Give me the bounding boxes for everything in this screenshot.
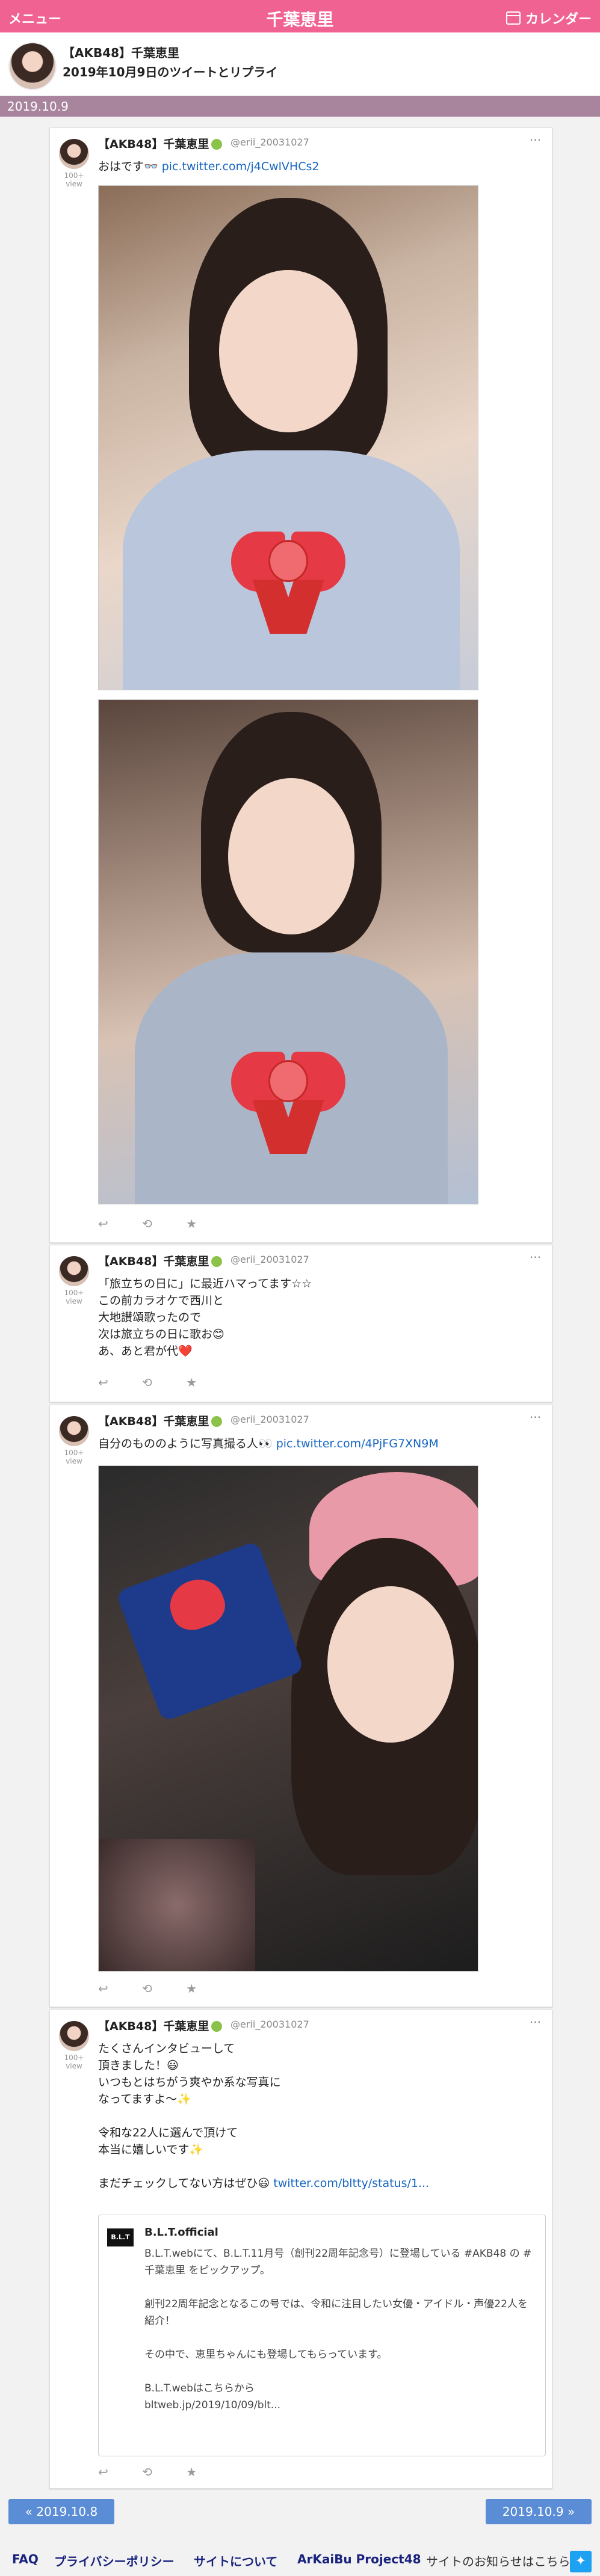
tweet-text-body: 自分のもののように写真撮る人👀 — [98, 1437, 276, 1450]
more-icon[interactable]: ··· — [530, 133, 541, 147]
tweet-card: 100+ view 【AKB48】千葉恵里 @erii_20031027 ···… — [49, 2010, 552, 2489]
footer: FAQ プライバシーポリシー サイトについて ArKaiBu Project48… — [0, 2541, 600, 2576]
more-icon[interactable]: ··· — [530, 1410, 541, 1424]
tweet-link[interactable]: twitter.com/bltty/status/1... — [273, 2177, 429, 2190]
privacy-link[interactable]: プライバシーポリシー — [54, 2552, 175, 2569]
tweet-actions: ↩ ⟲ ★ — [98, 1981, 227, 1996]
tweet-photo[interactable] — [98, 185, 478, 690]
photo-face — [228, 778, 354, 934]
prev-day-button[interactable]: « 2019.10.8 — [8, 2499, 114, 2524]
avatar[interactable] — [59, 139, 89, 169]
reply-icon[interactable]: ↩ — [98, 1216, 108, 1231]
tweet-card: 100+ view 【AKB48】千葉恵里 @erii_20031027 ···… — [49, 127, 552, 1243]
tweet-handle[interactable]: @erii_20031027 — [230, 1254, 309, 1265]
tweet-handle[interactable]: @erii_20031027 — [230, 1414, 309, 1425]
footer-brand[interactable]: ArKaiBu Project48 — [297, 2552, 421, 2566]
tweet-username[interactable]: 【AKB48】千葉恵里 — [98, 1412, 223, 1429]
twitter-icon[interactable]: ✦ — [570, 2551, 592, 2572]
profile-subtitle: 2019年10月9日のツイートとリプライ — [63, 65, 278, 79]
top-bar: メニュー 千葉恵里 カレンダー — [0, 0, 600, 32]
tweet-username[interactable]: 【AKB48】千葉恵里 — [98, 135, 223, 152]
reply-icon[interactable]: ↩ — [98, 1375, 108, 1390]
photo-flowers — [99, 1839, 255, 1971]
tweet-link[interactable]: pic.twitter.com/4PjFG7XN9M — [276, 1437, 439, 1450]
retweet-icon[interactable]: ⟲ — [142, 2465, 152, 2479]
username-text: 【AKB48】千葉恵里 — [98, 1415, 209, 1428]
like-icon[interactable]: ★ — [186, 1981, 197, 1996]
verified-icon — [211, 139, 223, 150]
calendar-label: カレンダー — [525, 12, 592, 27]
tweet-photo[interactable] — [98, 1465, 478, 1972]
photo-face — [219, 270, 357, 432]
profile-header: 【AKB48】千葉恵里 2019年10月9日のツイートとリプライ — [0, 32, 600, 95]
tweet-text-body: たくさんインタビューして 頂きました！😃 いつもとはちがう爽やか系な写真に なっ… — [98, 2042, 281, 2190]
tweet-actions: ↩ ⟲ ★ — [98, 1216, 227, 1231]
avatar[interactable] — [59, 2021, 89, 2051]
view-count: 100+ view — [64, 171, 84, 188]
quote-text: B.L.T.webにて、B.L.T.11月号（創刊22周年記念号）に登場している… — [144, 2248, 532, 2411]
calendar-icon — [506, 11, 521, 25]
username-text: 【AKB48】千葉恵里 — [98, 1255, 209, 1268]
more-icon[interactable]: ··· — [530, 1250, 541, 1265]
verified-icon — [211, 1416, 223, 1427]
quoted-tweet[interactable]: B.L.T B.L.T.official B.L.T.webにて、B.L.T.1… — [98, 2215, 546, 2456]
avatar[interactable] — [8, 42, 57, 90]
faq-link[interactable]: FAQ — [12, 2552, 39, 2566]
view-count: 100+ view — [64, 1289, 84, 1305]
tweet-photo[interactable] — [98, 699, 478, 1204]
like-icon[interactable]: ★ — [186, 1375, 197, 1390]
tweet-link[interactable]: pic.twitter.com/j4CwlVHCs2 — [162, 160, 320, 173]
notice-text: サイトのお知らせはこちら — [426, 2554, 571, 2569]
tweet-text: 「旅立ちの日に」に最近ハマってます☆☆ この前カラオケで西川と 大地讃頌歌ったの… — [98, 1277, 312, 1358]
photo-pouch — [116, 1541, 305, 1722]
quote-username[interactable]: B.L.T.official — [144, 2226, 218, 2239]
username-text: 【AKB48】千葉恵里 — [98, 138, 209, 151]
reply-icon[interactable]: ↩ — [98, 1981, 108, 1996]
verified-icon — [211, 1256, 223, 1267]
profile-name[interactable]: 【AKB48】千葉恵里 — [63, 43, 179, 61]
tweet-actions: ↩ ⟲ ★ — [98, 1375, 227, 1390]
ribbon-sticker — [231, 526, 345, 634]
username-text: 【AKB48】千葉恵里 — [98, 2020, 209, 2033]
tweet-card: 100+ view 【AKB48】千葉恵里 @erii_20031027 ···… — [49, 1405, 552, 2007]
tweet-text: 自分のもののように写真撮る人👀 pic.twitter.com/4PjFG7XN… — [98, 1435, 537, 1452]
tweet-text: たくさんインタビューして 頂きました！😃 いつもとはちがう爽やか系な写真に なっ… — [98, 2040, 537, 2192]
like-icon[interactable]: ★ — [186, 1216, 197, 1231]
quote-avatar: B.L.T — [107, 2228, 134, 2246]
ribbon-sticker — [231, 1046, 345, 1154]
tweet-text-body: おはです👓 — [98, 160, 162, 173]
more-icon[interactable]: ··· — [530, 2015, 541, 2029]
tweet-handle[interactable]: @erii_20031027 — [230, 136, 309, 148]
retweet-icon[interactable]: ⟲ — [142, 1216, 152, 1231]
about-link[interactable]: サイトについて — [194, 2552, 277, 2569]
date-bar: 2019.10.9 — [0, 96, 600, 117]
photo-face — [327, 1586, 454, 1743]
tweet-handle[interactable]: @erii_20031027 — [230, 2019, 309, 2030]
tweet-username[interactable]: 【AKB48】千葉恵里 — [98, 2017, 223, 2034]
retweet-icon[interactable]: ⟲ — [142, 1981, 152, 1996]
tweet-text: おはです👓 pic.twitter.com/j4CwlVHCs2 — [98, 158, 537, 175]
tweet-card: 100+ view 【AKB48】千葉恵里 @erii_20031027 ···… — [49, 1245, 552, 1402]
avatar[interactable] — [59, 1416, 89, 1446]
tweet-actions: ↩ ⟲ ★ — [98, 2465, 227, 2479]
retweet-icon[interactable]: ⟲ — [142, 1375, 152, 1390]
view-count: 100+ view — [64, 1449, 84, 1465]
like-icon[interactable]: ★ — [186, 2465, 197, 2479]
view-count: 100+ view — [64, 2053, 84, 2070]
calendar-button[interactable]: カレンダー — [506, 8, 592, 28]
next-day-button[interactable]: 2019.10.9 » — [486, 2499, 592, 2524]
tweet-username[interactable]: 【AKB48】千葉恵里 — [98, 1253, 223, 1269]
avatar[interactable] — [59, 1256, 89, 1286]
reply-icon[interactable]: ↩ — [98, 2465, 108, 2479]
verified-icon — [211, 2021, 223, 2032]
